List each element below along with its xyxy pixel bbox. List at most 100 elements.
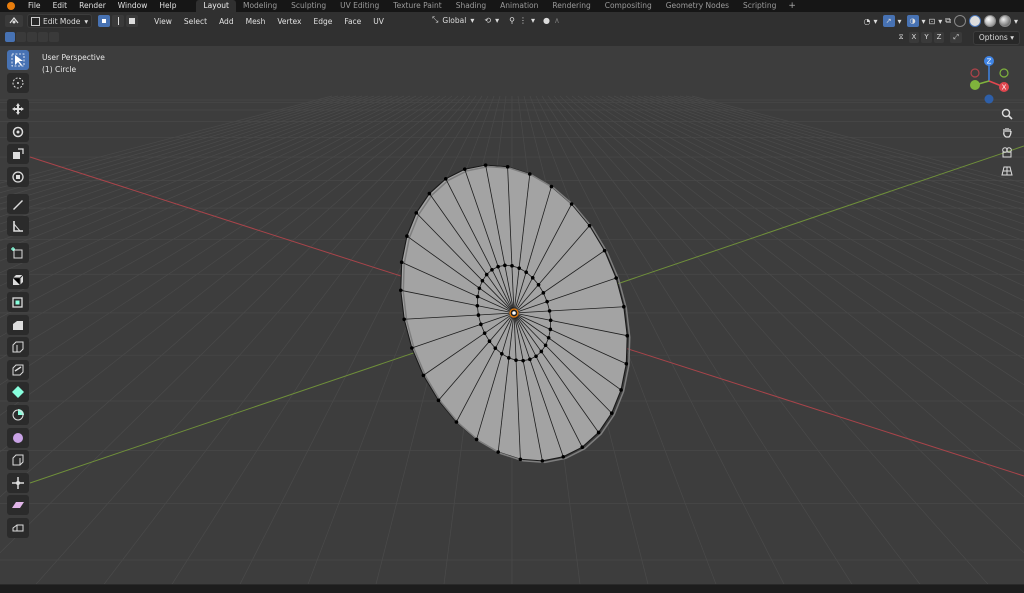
mesh-vertex[interactable] [609,411,614,415]
tab-sculpting[interactable]: Sculpting [284,0,333,12]
editor-type-icon[interactable] [5,15,23,27]
mesh-vertex[interactable] [546,335,551,340]
add-workspace-button[interactable]: + [783,0,801,12]
mesh-vertex[interactable] [507,356,511,360]
mesh-vertex[interactable] [479,322,483,327]
inset-faces-tool[interactable] [7,291,29,312]
3d-viewport[interactable]: User Perspective (1) Circle Z X [0,46,1024,584]
mesh-vertex[interactable] [524,270,528,275]
extrude-region-tool[interactable] [7,269,29,290]
mesh-vertex[interactable] [541,291,546,295]
tab-shading[interactable]: Shading [449,0,493,12]
topology-mirror-icon[interactable]: ⤢ [950,32,962,43]
mesh-vertex[interactable] [484,272,489,277]
mesh-vertex[interactable] [398,288,403,293]
mesh-vertex[interactable] [475,303,480,308]
mesh-vertex[interactable] [454,420,459,424]
mesh-vertex[interactable] [625,333,630,338]
mesh-vertex[interactable] [399,260,404,265]
gizmo-neg-z-ball[interactable] [984,94,994,104]
proportional-edit-icon[interactable]: ● [543,16,550,25]
mesh-vertex[interactable] [517,266,521,270]
mesh-vertex[interactable] [547,309,552,313]
camera-view-icon[interactable] [998,144,1016,160]
mesh-vertex[interactable] [536,282,541,287]
mesh-vertex[interactable] [539,349,544,354]
snap-target-icon[interactable]: ⋮ [519,16,527,25]
mesh-vertex[interactable] [475,294,480,299]
mesh-vertex[interactable] [534,354,538,359]
mesh-vertex[interactable] [405,234,409,238]
transform-tool[interactable] [7,166,29,187]
mesh-vertex[interactable] [528,357,532,362]
menu-edit[interactable]: Edit [47,0,74,12]
edge-slide-tool[interactable] [7,450,29,471]
tab-rendering[interactable]: Rendering [545,0,597,12]
cursor-tool[interactable] [7,72,29,93]
mesh-vertex[interactable] [482,331,487,335]
rendered-shading-icon[interactable] [998,15,1011,27]
overlays-toggle-icon[interactable]: ◑ [906,15,919,27]
move-tool[interactable] [7,99,29,120]
knife-tool[interactable] [7,359,29,380]
mesh-vertex[interactable] [443,176,448,181]
loop-cut-tool[interactable] [7,337,29,358]
select-box-tool[interactable] [7,50,29,70]
menu-edge[interactable]: Edge [307,17,338,26]
mesh-vertex[interactable] [622,304,626,309]
pivot-icon[interactable]: ⟲ [484,16,491,25]
edge-select-button[interactable] [112,15,125,27]
mesh-vertex[interactable] [402,317,406,322]
shear-tool[interactable] [7,495,29,516]
select-invert-icon[interactable] [38,32,48,42]
mirror-z-button[interactable]: Z [933,32,945,43]
mesh-vertex[interactable] [510,264,514,268]
select-intersect-icon[interactable] [49,32,59,42]
vertex-select-button[interactable] [98,15,111,27]
perspective-toggle-icon[interactable] [998,163,1016,179]
select-subtract-icon[interactable] [27,32,37,42]
mode-dropdown[interactable]: Edit Mode ▾ [27,14,93,28]
mesh-vertex[interactable] [528,172,532,176]
mesh-vertex[interactable] [421,373,426,378]
mirror-x-button[interactable]: X [908,32,920,43]
select-new-icon[interactable] [5,32,15,42]
mesh-vertex[interactable] [496,264,500,269]
menu-mesh[interactable]: Mesh [240,17,272,26]
material-shading-icon[interactable] [983,15,996,27]
rip-region-tool[interactable] [7,517,29,538]
falloff-icon[interactable]: ∧ [554,16,560,25]
menu-face[interactable]: Face [338,17,367,26]
menu-file[interactable]: File [22,0,47,12]
solid-shading-icon[interactable] [968,15,981,27]
mesh-vertex[interactable] [500,351,504,356]
mesh-vertex[interactable] [602,248,607,253]
mesh-vertex[interactable] [480,278,485,283]
mesh-vertex[interactable] [545,299,549,304]
menu-uv[interactable]: UV [367,17,390,26]
spin-tool[interactable] [7,404,29,425]
mesh-vertex[interactable] [505,164,510,169]
tab-layout[interactable]: Layout [196,0,236,12]
visibility-icon[interactable]: ◔ [864,17,871,26]
tab-geometry-nodes[interactable]: Geometry Nodes [659,0,736,12]
blender-logo-icon[interactable] [0,0,22,12]
mesh-vertex[interactable] [503,263,507,268]
pan-hand-icon[interactable] [998,124,1016,140]
gizmo-neg-x-ring[interactable] [970,68,980,78]
tab-animation[interactable]: Animation [493,0,545,12]
mesh-vertex[interactable] [476,313,481,317]
wireframe-shading-icon[interactable] [953,15,966,27]
mesh-vertex[interactable] [474,437,479,442]
navigation-gizmo[interactable]: Z X [964,51,1014,107]
mesh-vertex[interactable] [624,361,629,366]
mesh-vertex[interactable] [483,163,488,167]
center-vertex[interactable] [512,311,516,315]
measure-tool[interactable] [7,216,29,237]
mesh-vertex[interactable] [549,184,554,189]
bevel-tool[interactable] [7,314,29,335]
face-select-button[interactable] [126,15,139,27]
menu-select[interactable]: Select [178,17,213,26]
menu-window[interactable]: Window [112,0,154,12]
mesh-vertex[interactable] [462,167,467,172]
